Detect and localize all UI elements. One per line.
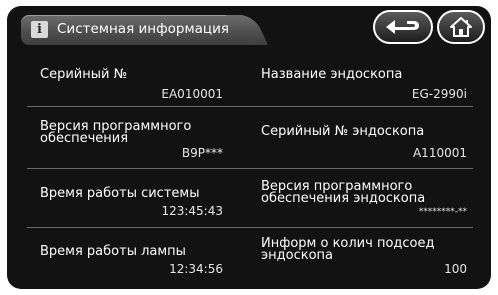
- endoscope-name-value: EG-2990i: [411, 87, 467, 101]
- row-divider: [27, 227, 473, 228]
- serial-number-value: EA010001: [161, 87, 223, 101]
- endoscope-serial-label: Серийный № эндоскопа: [261, 124, 425, 139]
- page-title: Системная информация: [57, 21, 229, 37]
- endoscope-connections-label: Информ о колич подсоед эндоскопа: [261, 236, 435, 263]
- lamp-hours-value: 12:34:56: [169, 262, 223, 276]
- info-icon: i: [31, 21, 48, 38]
- system-uptime-value: 123:45:43: [161, 204, 223, 218]
- back-button[interactable]: [373, 10, 433, 44]
- endoscope-software-version-label: Версия программного обеспечения эндоскоп…: [261, 179, 426, 206]
- endoscope-name-label: Название эндоскопа: [261, 67, 403, 82]
- return-arrow-icon: [386, 20, 419, 34]
- row-divider: [27, 106, 473, 107]
- home-icon: [450, 17, 472, 37]
- endoscope-serial-value: A110001: [412, 146, 467, 160]
- home-button[interactable]: [437, 10, 485, 44]
- serial-number-label: Серийный №: [40, 67, 128, 82]
- endoscope-software-version-value: ********-**: [418, 207, 467, 217]
- system-info-screen: i Системная информация Серийный № EA0100…: [7, 6, 491, 289]
- lamp-hours-label: Время работы лампы: [40, 244, 186, 259]
- system-uptime-label: Время работы системы: [40, 186, 200, 201]
- software-version-label: Версия программного обеспечения: [40, 119, 192, 146]
- title-bar: i Системная информация: [21, 15, 247, 45]
- endoscope-connections-value: 100: [444, 262, 467, 276]
- row-divider: [27, 168, 473, 169]
- software-version-value: B9P***: [181, 146, 223, 160]
